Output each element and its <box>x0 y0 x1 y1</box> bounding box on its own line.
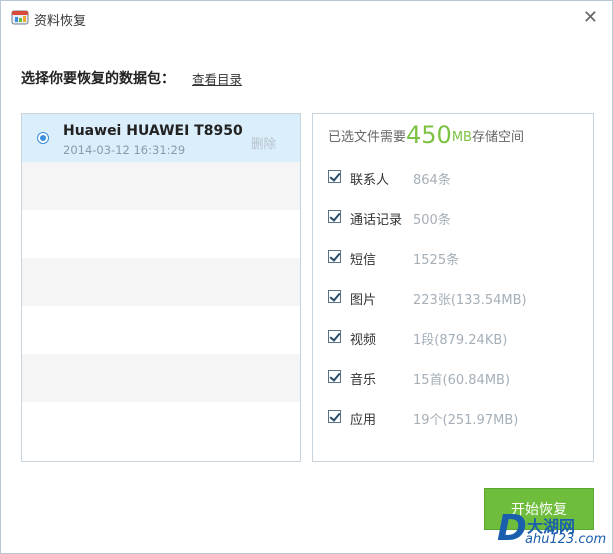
checkbox-checked-icon[interactable] <box>328 250 341 263</box>
summary-unit: MB <box>451 130 472 145</box>
summary-size: 450 <box>406 121 452 149</box>
checkbox-checked-icon[interactable] <box>328 170 341 183</box>
select-package-prompt: 选择你要恢复的数据包： <box>21 71 175 87</box>
empty-row <box>22 162 300 210</box>
package-device-name: Huawei HUAWEI T8950 <box>63 123 243 139</box>
summary-prefix: 已选文件需要 <box>328 130 407 145</box>
empty-row <box>22 210 300 258</box>
summary-suffix: 存储空间 <box>471 130 524 145</box>
watermark-url: ahu123.com <box>525 532 607 547</box>
item-count: 223张(133.54MB) <box>413 293 527 308</box>
empty-row <box>22 258 300 306</box>
item-pictures[interactable]: 图片 223张(133.54MB) <box>328 287 588 308</box>
checkbox-checked-icon[interactable] <box>328 410 341 423</box>
delete-package-button[interactable]: 删除 <box>251 133 276 152</box>
title-bar: 资料恢复 ✕ <box>1 1 612 35</box>
watermark-letter: D <box>497 508 527 549</box>
item-count: 1段(879.24KB) <box>413 333 508 348</box>
item-videos[interactable]: 视频 1段(879.24KB) <box>328 327 588 348</box>
checkbox-checked-icon[interactable] <box>328 290 341 303</box>
item-label: 通话记录 <box>350 213 403 228</box>
item-call-log[interactable]: 通话记录 500条 <box>328 207 588 228</box>
item-label: 视频 <box>350 333 377 348</box>
empty-row <box>22 306 300 354</box>
empty-row <box>22 402 300 450</box>
item-count: 500条 <box>413 213 451 228</box>
item-count: 19个(251.97MB) <box>413 413 519 428</box>
file-selection-panel: 已选文件需要450MB存储空间 联系人 864条 通话记录 500条 短信 15… <box>312 113 594 462</box>
view-directory-link[interactable]: 查看目录 <box>192 69 242 88</box>
package-row[interactable]: Huawei HUAWEI T8950 2014-03-12 16:31:29 … <box>22 114 300 162</box>
item-label: 应用 <box>350 413 377 428</box>
recovery-window: 资料恢复 ✕ 选择你要恢复的数据包： 查看目录 Huawei HUAWEI T8… <box>0 0 613 554</box>
item-label: 图片 <box>350 293 377 308</box>
item-label: 短信 <box>350 253 377 268</box>
item-count: 15首(60.84MB) <box>413 373 511 388</box>
app-icon <box>11 10 29 25</box>
empty-row <box>22 354 300 402</box>
item-sms[interactable]: 短信 1525条 <box>328 247 588 268</box>
package-timestamp: 2014-03-12 16:31:29 <box>63 143 186 157</box>
item-contacts[interactable]: 联系人 864条 <box>328 167 588 188</box>
site-watermark-logo: D 大湖网 ahu123.com <box>497 509 607 549</box>
window-title: 资料恢复 <box>34 14 87 29</box>
radio-selected-icon[interactable] <box>37 132 49 144</box>
close-icon[interactable]: ✕ <box>583 7 598 28</box>
checkbox-checked-icon[interactable] <box>328 210 341 223</box>
item-count: 1525条 <box>413 253 460 268</box>
item-label: 联系人 <box>350 173 390 188</box>
checkbox-checked-icon[interactable] <box>328 370 341 383</box>
item-count: 864条 <box>413 173 451 188</box>
item-label: 音乐 <box>350 373 377 388</box>
storage-summary: 已选文件需要450MB存储空间 <box>328 121 524 149</box>
package-list: Huawei HUAWEI T8950 2014-03-12 16:31:29 … <box>21 113 301 462</box>
checkbox-checked-icon[interactable] <box>328 330 341 343</box>
item-apps[interactable]: 应用 19个(251.97MB) <box>328 407 588 428</box>
item-music[interactable]: 音乐 15首(60.84MB) <box>328 367 588 388</box>
